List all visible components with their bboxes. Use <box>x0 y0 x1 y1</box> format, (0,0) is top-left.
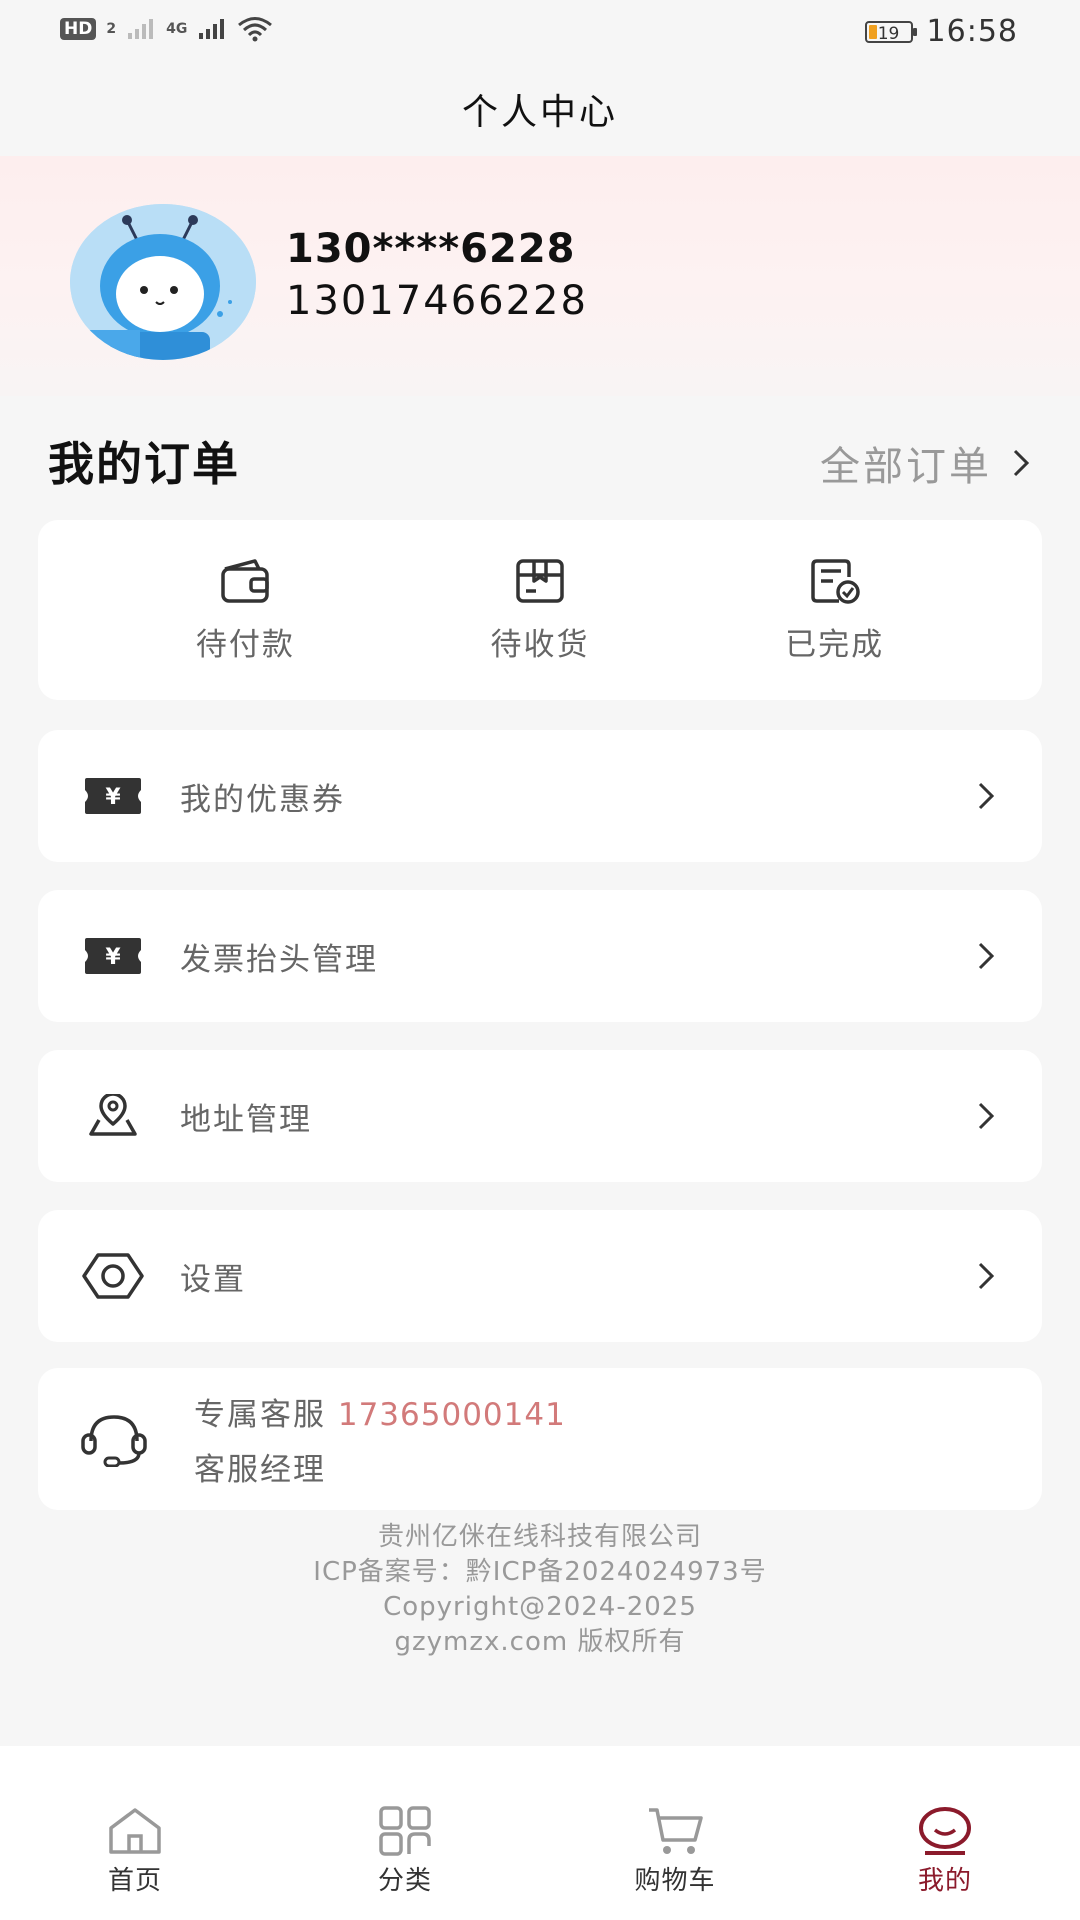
menu-label: 地址管理 <box>180 1101 312 1138</box>
wifi-icon <box>238 17 273 42</box>
completed-document-icon <box>810 558 860 604</box>
order-item-label: 已完成 <box>785 626 885 663</box>
chevron-right-icon <box>978 1102 994 1130</box>
menu-label: 设置 <box>180 1261 246 1298</box>
profile-face-icon <box>919 1807 971 1855</box>
tab-home[interactable]: 首页 <box>0 1746 270 1920</box>
gear-icon <box>82 1253 144 1299</box>
tab-label: 购物车 <box>634 1866 716 1896</box>
profile-header: 130****6228 13017466228 <box>0 156 1080 396</box>
footer-icp[interactable]: ICP备案号：黔ICP备2024024973号 <box>0 1555 1080 1590</box>
coupon-ticket-icon: ¥ <box>85 778 141 814</box>
menu-label: 我的优惠券 <box>180 781 345 818</box>
chevron-right-icon <box>978 1262 994 1290</box>
order-pending-receipt[interactable]: 待收货 <box>440 557 640 664</box>
tab-category[interactable]: 分类 <box>270 1746 540 1920</box>
service-text: 专属客服 17365000141 客服经理 <box>194 1389 566 1489</box>
chevron-right-icon <box>978 782 994 810</box>
battery-icon: 19 <box>864 20 917 44</box>
order-completed[interactable]: 已完成 <box>735 557 935 664</box>
chevron-right-icon <box>1013 449 1030 477</box>
wallet-icon <box>221 558 270 603</box>
menu-address[interactable]: 地址管理 <box>38 1050 1042 1182</box>
signal-icon <box>128 19 154 39</box>
headset-icon <box>81 1415 147 1467</box>
tab-label: 首页 <box>107 1866 162 1896</box>
service-line: 专属客服 17365000141 <box>194 1389 566 1434</box>
bottom-tab-bar: 首页 分类 购物车 我的 <box>0 1746 1080 1920</box>
menu-coupons[interactable]: ¥ 我的优惠券 <box>38 730 1042 862</box>
svg-text:¥: ¥ <box>105 945 121 970</box>
footer-company: 贵州亿侎在线科技有限公司 <box>377 1522 702 1552</box>
order-pending-payment[interactable]: 待付款 <box>145 557 345 664</box>
menu-label: 发票抬头管理 <box>180 941 378 978</box>
status-bar: HD 2 4G 19 16:58 <box>0 0 1080 70</box>
footer-copyright: Copyright@2024-2025 <box>383 1592 697 1622</box>
status-right: 19 16:58 <box>864 14 1018 49</box>
clock: 16:58 <box>926 14 1018 49</box>
all-orders-link[interactable]: 全部订单 <box>820 434 1030 492</box>
signal-icon-2 <box>199 19 225 39</box>
avatar[interactable] <box>70 204 256 360</box>
masked-phone: 130****6228 <box>286 226 576 272</box>
footer-rights: gzymzx.com 版权所有 <box>394 1627 686 1657</box>
phone-number: 13017466228 <box>286 278 588 324</box>
service-manager: 客服经理 <box>194 1452 326 1488</box>
package-box-icon <box>516 558 564 603</box>
tab-cart[interactable]: 购物车 <box>540 1746 810 1920</box>
menu-invoice[interactable]: ¥ 发票抬头管理 <box>38 890 1042 1022</box>
shopping-cart-icon <box>649 1808 703 1854</box>
category-grid-icon <box>379 1806 431 1856</box>
orders-title: 我的订单 <box>48 437 240 491</box>
location-map-icon <box>89 1094 137 1136</box>
home-icon <box>109 1808 161 1854</box>
page-title: 个人中心 <box>461 92 618 133</box>
avatar-illustration-icon <box>70 204 256 360</box>
network-type-label: 4G <box>166 21 188 37</box>
tab-label: 分类 <box>377 1866 432 1896</box>
chevron-right-icon <box>978 942 994 970</box>
order-item-label: 待付款 <box>195 626 295 663</box>
hd-sub: 2 <box>106 21 117 37</box>
order-item-label: 待收货 <box>490 626 590 663</box>
menu-settings[interactable]: 设置 <box>38 1210 1042 1342</box>
order-status-card: 待付款 待收货 已完成 <box>38 520 1042 700</box>
tab-label: 我的 <box>917 1866 972 1896</box>
service-label: 专属客服 <box>194 1397 326 1433</box>
status-left: HD 2 4G <box>60 16 273 42</box>
invoice-ticket-icon: ¥ <box>85 938 141 974</box>
hd-badge: HD <box>60 18 97 40</box>
all-orders-label: 全部订单 <box>820 444 992 490</box>
service-phone-link[interactable]: 17365000141 <box>338 1397 566 1433</box>
tab-mine[interactable]: 我的 <box>810 1746 1080 1920</box>
customer-service-card: 专属客服 17365000141 客服经理 <box>38 1368 1042 1510</box>
footer: 贵州亿侎在线科技有限公司 ICP备案号：黔ICP备2024024973号 Cop… <box>0 1520 1080 1660</box>
svg-text:¥: ¥ <box>105 785 121 810</box>
